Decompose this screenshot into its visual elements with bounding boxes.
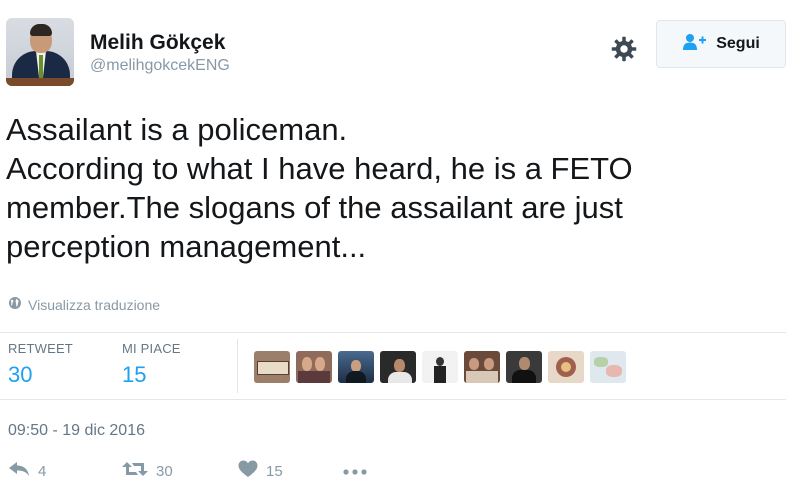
tweet-line: perception management...: [6, 229, 367, 264]
tweet-stats: RETWEET 30 MI PIACE 15: [0, 332, 786, 400]
liker-avatar[interactable]: [422, 351, 458, 383]
liker-avatar[interactable]: [464, 351, 500, 383]
liker-avatar[interactable]: [506, 351, 542, 383]
user-handle[interactable]: @melihgokcekENG: [90, 56, 230, 76]
more-icon: [342, 463, 368, 481]
likes-stat[interactable]: MI PIACE 15: [122, 341, 181, 388]
liker-avatar[interactable]: [380, 351, 416, 383]
follow-button[interactable]: Segui: [656, 20, 786, 68]
tweet-line: member.The slogans of the assailant are …: [6, 190, 623, 225]
gear-icon[interactable]: [610, 35, 638, 63]
reply-count: 4: [38, 463, 47, 480]
avatar-hair: [30, 24, 52, 36]
retweet-count: 30: [156, 463, 173, 480]
user-names: Melih Gökçek @melihgokcekENG: [90, 30, 230, 76]
tweet-line: According to what I have heard, he is a …: [6, 151, 633, 186]
tweet-text: Assailant is a policeman. According to w…: [6, 110, 776, 266]
liker-avatar[interactable]: [254, 351, 290, 383]
liker-avatar[interactable]: [296, 351, 332, 383]
retweet-icon: [122, 461, 148, 482]
retweet-stat-value: 30: [8, 362, 33, 387]
translate-label: Visualizza traduzione: [28, 296, 161, 313]
likes-stat-value: 15: [122, 362, 147, 387]
tweet-timestamp[interactable]: 09:50 - 19 dic 2016: [8, 422, 145, 440]
avatar[interactable]: [6, 18, 74, 86]
more-action[interactable]: [342, 463, 368, 481]
display-name[interactable]: Melih Gökçek: [90, 30, 230, 56]
reply-action[interactable]: 4: [8, 461, 122, 482]
liker-avatar[interactable]: [548, 351, 584, 383]
globe-icon: [8, 296, 22, 313]
liker-avatar[interactable]: [590, 351, 626, 383]
liker-avatar[interactable]: [338, 351, 374, 383]
retweet-action[interactable]: 30: [122, 461, 238, 482]
tweet-header: Melih Gökçek @melihgokcekENG Segui: [6, 18, 786, 88]
like-count: 15: [266, 463, 283, 480]
reply-icon: [8, 461, 30, 482]
like-action[interactable]: 15: [238, 460, 342, 483]
liker-avatars: [254, 351, 626, 383]
follow-label: Segui: [716, 35, 760, 52]
tweet-actions: 4 30 15: [8, 460, 368, 483]
likes-stat-label: MI PIACE: [122, 341, 181, 356]
retweet-stat-label: RETWEET: [8, 341, 73, 356]
retweet-stat[interactable]: RETWEET 30: [8, 341, 73, 388]
translate-link[interactable]: Visualizza traduzione: [8, 296, 160, 313]
heart-icon: [238, 460, 258, 483]
avatar-desk: [6, 78, 74, 86]
tweet-line: Assailant is a policeman.: [6, 112, 348, 147]
stats-divider: [237, 339, 238, 393]
add-user-icon: [682, 33, 708, 56]
